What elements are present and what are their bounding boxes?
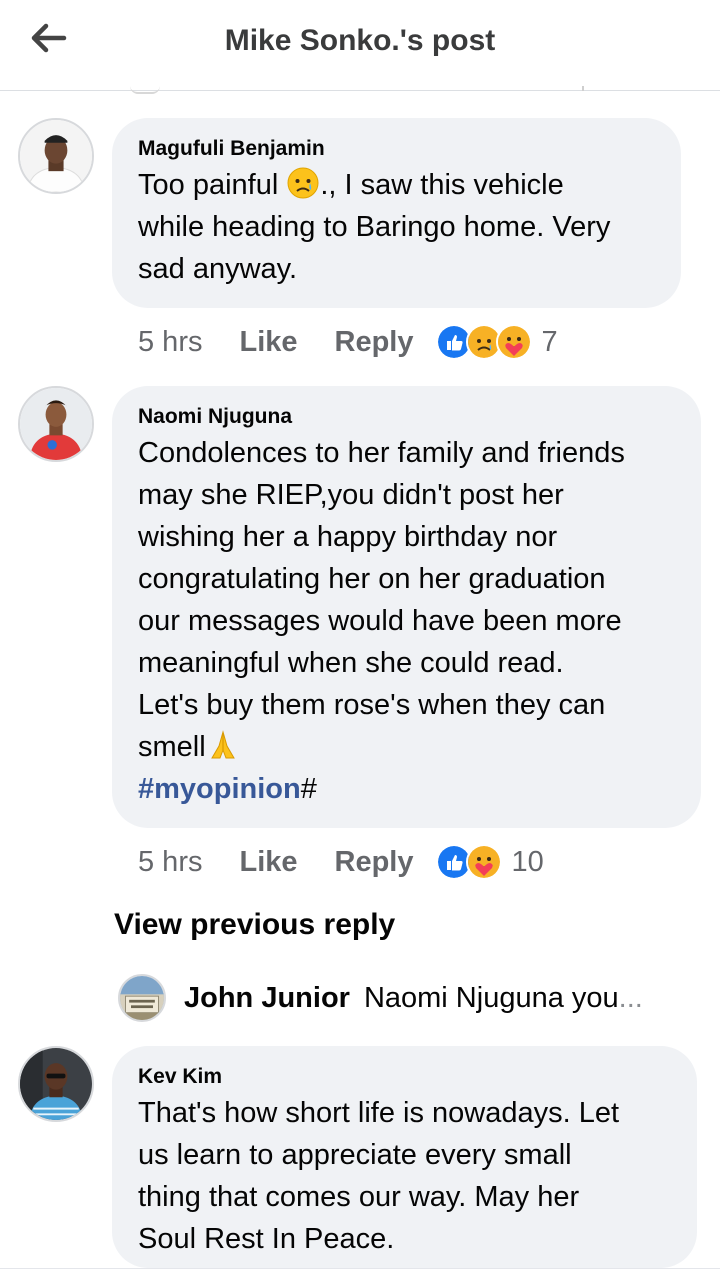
comment-text-line: Soul Rest In Peace. [138, 1223, 395, 1255]
comment-bubble[interactable]: Magufuli Benjamin Too painful ., I saw t… [112, 118, 681, 308]
page-title: Mike Sonko.'s post [224, 24, 496, 57]
comment-author[interactable]: Kev Kim [138, 1062, 671, 1092]
care-reaction-icon [495, 324, 532, 360]
comment-text-line: Condolences to her family and friends [138, 437, 625, 469]
divider [0, 1268, 720, 1269]
comment-text-line: meaningful when she could read. [138, 647, 564, 679]
comment-text-line: wishing her a happy birthday nor [138, 521, 558, 553]
care-reaction-icon [465, 844, 502, 880]
comment-text-line: smell [138, 726, 675, 768]
comment-text-line: That's how short life is nowadays. Let [138, 1097, 620, 1129]
previous-content-edge [582, 86, 584, 91]
comment-text-line: congratulating her on her graduation [138, 563, 606, 595]
reaction-count: 7 [541, 325, 558, 358]
comment-text-line: while heading to Baringo home. Very [138, 211, 611, 243]
comment-text-line: our messages would have been more [138, 605, 622, 637]
comment-time: 5 hrs [138, 325, 203, 358]
comment-text-line: thing that comes our way. May her [138, 1181, 580, 1213]
comment-bubble[interactable]: Naomi Njuguna Condolences to her family … [112, 386, 701, 828]
comment-author[interactable]: Magufuli Benjamin [138, 134, 655, 164]
comment-text-line: sad anyway. [138, 253, 298, 285]
reaction-count: 10 [511, 845, 544, 878]
comment-text-line: #myopinion# [138, 773, 317, 805]
reactions-summary[interactable] [435, 324, 532, 360]
comment-text-line: Too painful ., I saw this vehicle [138, 164, 655, 206]
folded-hands-icon [210, 730, 235, 759]
crying-face-icon [287, 167, 319, 199]
like-button[interactable]: Like [239, 326, 297, 359]
comment-text-line: Let's buy them rose's when they can [138, 689, 606, 721]
post-header: Mike Sonko.'s post [0, 0, 720, 91]
hashtag-link[interactable]: #myopinion [138, 773, 301, 805]
reply-button[interactable]: Reply [335, 326, 414, 359]
comment-time: 5 hrs [138, 845, 203, 878]
reply-button[interactable]: Reply [335, 846, 414, 879]
previous-avatar-edge [130, 86, 160, 94]
avatar[interactable] [18, 1046, 94, 1122]
reply-author[interactable]: John Junior [184, 982, 350, 1015]
avatar[interactable] [18, 118, 94, 194]
reactions-summary[interactable] [435, 844, 502, 880]
view-previous-reply-link[interactable]: View previous reply [114, 908, 395, 942]
comment-meta: 5 hrs Like Reply 7 [138, 322, 558, 362]
comment-bubble[interactable]: Kev Kim That's how short life is nowaday… [112, 1046, 697, 1268]
comment-text-line: us learn to appreciate every small [138, 1139, 572, 1171]
reply-snippet: Naomi Njuguna you... [363, 981, 643, 1014]
avatar[interactable] [118, 974, 166, 1022]
reply-preview[interactable]: John Junior Naomi Njuguna you... [118, 972, 643, 1024]
like-button[interactable]: Like [239, 846, 297, 879]
comment-text-line: may she RIEP,you didn't post her [138, 479, 564, 511]
comment-meta: 5 hrs Like Reply 10 [138, 842, 544, 882]
avatar[interactable] [18, 386, 94, 462]
comment-author[interactable]: Naomi Njuguna [138, 402, 675, 432]
